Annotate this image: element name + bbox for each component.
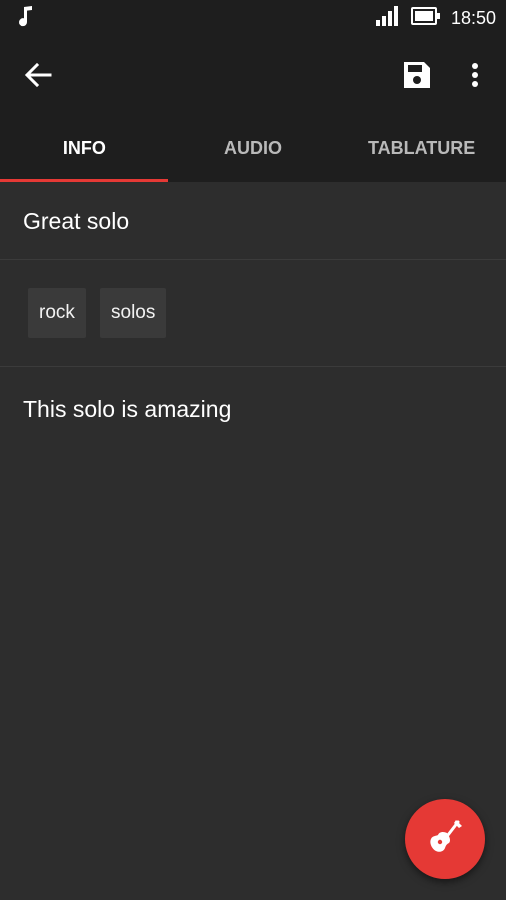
status-time: 18:50 — [450, 7, 496, 28]
status-right: 18:50 — [375, 5, 496, 32]
status-bar: 18:50 — [0, 0, 506, 36]
title-field[interactable]: Great solo — [0, 182, 506, 260]
tag-chip-rock[interactable]: rock — [28, 288, 86, 338]
description-text[interactable]: This solo is amazing — [23, 396, 231, 423]
save-icon — [400, 62, 434, 96]
tab-bar: INFO AUDIO TABLATURE — [0, 114, 506, 182]
save-button[interactable] — [400, 58, 434, 92]
more-options-button[interactable] — [462, 58, 488, 92]
title-text: Great solo — [23, 208, 130, 234]
back-button[interactable] — [22, 60, 56, 90]
guitar-icon — [425, 817, 465, 862]
app-bar — [0, 36, 506, 114]
tab-info[interactable]: INFO — [0, 114, 169, 182]
signal-icon — [375, 5, 401, 32]
tab-audio[interactable]: AUDIO — [169, 114, 338, 182]
tag-chip-solos[interactable]: solos — [100, 288, 167, 338]
tags-row: rock solos — [0, 260, 506, 367]
battery-icon — [410, 6, 441, 31]
back-arrow-icon — [22, 62, 56, 94]
music-note-icon — [16, 5, 36, 32]
guitar-fab-button[interactable] — [405, 799, 485, 879]
more-vert-icon — [462, 63, 488, 96]
tab-tablature[interactable]: TABLATURE — [337, 114, 506, 182]
